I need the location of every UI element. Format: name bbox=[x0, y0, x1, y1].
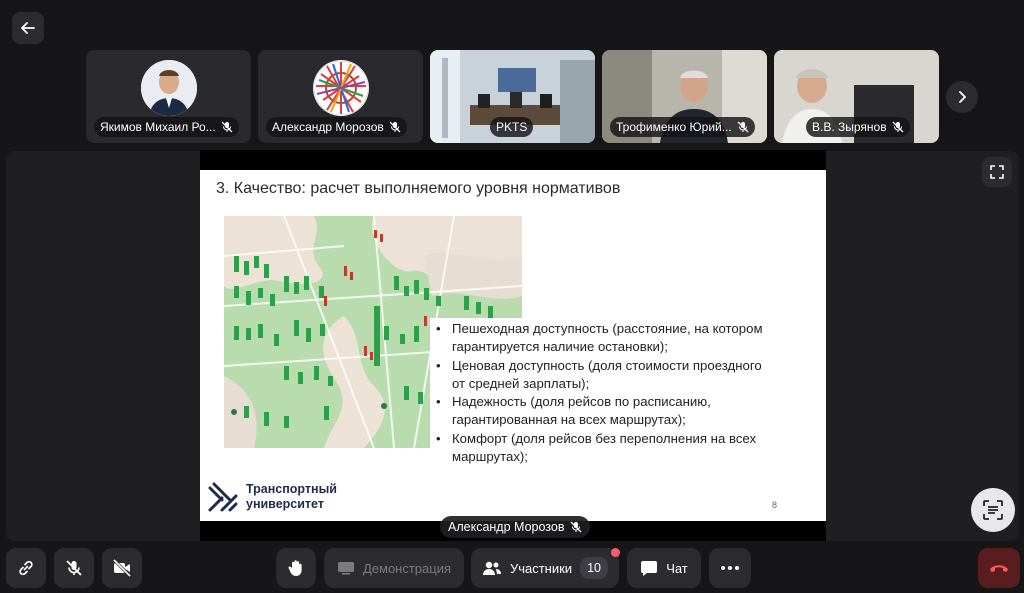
logo-text-line1: Транспортный bbox=[246, 482, 337, 496]
fullscreen-icon bbox=[990, 165, 1004, 179]
participant-name-badge: Александр Морозов bbox=[266, 117, 407, 137]
university-logo: Транспортный университет bbox=[208, 482, 337, 512]
fullscreen-button[interactable] bbox=[982, 157, 1012, 187]
participant-name-badge: Трофименко Юрий... bbox=[610, 117, 755, 137]
logo-text-line2: университет bbox=[246, 497, 324, 511]
camera-toggle-button[interactable] bbox=[102, 548, 142, 588]
participants-icon bbox=[482, 561, 501, 575]
hangup-icon bbox=[990, 565, 1008, 572]
participant-name: Якимов Михаил Ро... bbox=[100, 120, 216, 134]
participant-name: Александр Морозов bbox=[272, 120, 384, 134]
screen-share-button[interactable]: Демонстрация bbox=[324, 548, 464, 588]
mic-off-icon bbox=[221, 121, 233, 133]
copy-link-button[interactable] bbox=[6, 548, 46, 588]
speaker-name: Александр Морозов bbox=[448, 520, 565, 534]
mic-off-icon bbox=[389, 121, 401, 133]
scan-text-icon bbox=[983, 500, 1003, 520]
participants-button[interactable]: Участники 10 bbox=[471, 548, 619, 588]
more-icon bbox=[721, 566, 739, 570]
participant-name-badge: В.В. Зырянов bbox=[806, 117, 910, 137]
text-recognition-button[interactable] bbox=[971, 488, 1015, 532]
list-item: Надежность (доля рейсов по расписанию, г… bbox=[434, 393, 764, 430]
chevron-right-icon bbox=[959, 91, 967, 103]
screen-share-icon bbox=[337, 562, 354, 575]
hangup-button[interactable] bbox=[978, 548, 1020, 588]
speaker-label: Александр Морозов bbox=[440, 516, 591, 538]
chat-label: Чат bbox=[666, 560, 688, 576]
camera-off-icon bbox=[112, 559, 132, 577]
participant-tile[interactable]: Александр Морозов bbox=[258, 50, 423, 143]
avatar bbox=[313, 60, 369, 116]
list-item: Ценовая доступность (доля стоимости прое… bbox=[434, 357, 764, 394]
chat-icon bbox=[641, 561, 658, 576]
back-button[interactable] bbox=[12, 12, 44, 44]
chat-button[interactable]: Чат bbox=[627, 548, 701, 588]
participants-count-badge: 10 bbox=[580, 557, 609, 579]
participant-tile[interactable]: Трофименко Юрий... bbox=[602, 50, 767, 143]
slide-page-number: 8 bbox=[772, 500, 778, 510]
list-item: Комфорт (доля рейсов без переполнения на… bbox=[434, 430, 764, 467]
raise-hand-button[interactable] bbox=[276, 548, 316, 588]
mic-toggle-button[interactable] bbox=[54, 548, 94, 588]
mic-off-icon bbox=[66, 560, 82, 576]
slide-bullet-list: Пешеходная доступность (расстояние, на к… bbox=[430, 318, 770, 469]
list-item: Пешеходная доступность (расстояние, на к… bbox=[434, 320, 764, 357]
screen-share-label: Демонстрация bbox=[362, 560, 452, 576]
participant-name-badge: Якимов Михаил Ро... bbox=[94, 117, 239, 137]
next-participants-button[interactable] bbox=[946, 81, 978, 113]
link-icon bbox=[19, 560, 33, 576]
mic-off-icon bbox=[571, 521, 582, 533]
participant-tile[interactable]: В.В. Зырянов bbox=[774, 50, 939, 143]
shared-slide: 3. Качество: расчет выполняемого уровня … bbox=[200, 150, 826, 541]
participant-name: Трофименко Юрий... bbox=[616, 120, 732, 134]
participant-strip: Якимов Михаил Ро... Александр Морозов PK… bbox=[86, 50, 939, 143]
notification-dot bbox=[611, 548, 620, 557]
slide-title: 3. Качество: расчет выполняемого уровня … bbox=[216, 180, 621, 197]
participant-tile-active[interactable]: PKTS bbox=[430, 50, 595, 143]
arrow-left-icon bbox=[21, 22, 35, 34]
participant-name: PKTS bbox=[496, 120, 528, 134]
raise-hand-icon bbox=[288, 560, 302, 576]
avatar bbox=[141, 60, 197, 116]
participants-label: Участники bbox=[509, 560, 573, 576]
logo-mark-icon bbox=[208, 482, 238, 512]
mic-off-icon bbox=[737, 121, 749, 133]
slide-content: 3. Качество: расчет выполняемого уровня … bbox=[200, 170, 826, 521]
mic-off-icon bbox=[892, 121, 904, 133]
more-options-button[interactable] bbox=[709, 548, 751, 588]
participant-name: В.В. Зырянов bbox=[812, 120, 887, 134]
participant-tile[interactable]: Якимов Михаил Ро... bbox=[86, 50, 251, 143]
participant-name-badge: PKTS bbox=[490, 117, 534, 137]
